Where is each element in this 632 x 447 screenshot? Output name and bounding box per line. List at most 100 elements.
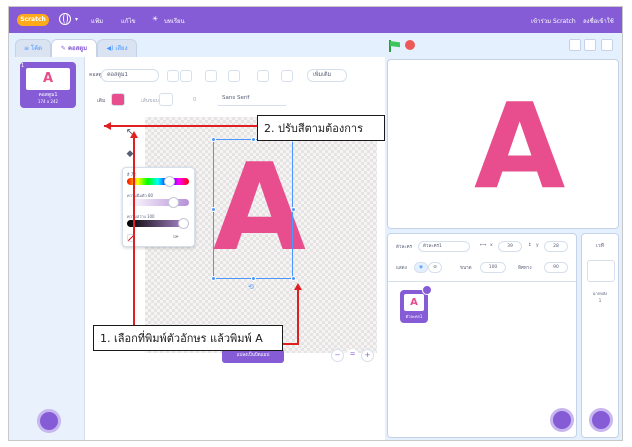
fill-color-swatch[interactable]	[111, 93, 125, 106]
choose-costume-button[interactable]	[37, 409, 61, 433]
rotate-handle-icon[interactable]: ⟲	[248, 283, 254, 291]
menu-bar: Scratch ▾ แฟ้ม แก้ไข ☀ บทเรียน เข้าร่วม …	[9, 7, 622, 33]
resize-handle[interactable]	[251, 276, 256, 281]
outline-label: เส้นขอบ	[141, 98, 159, 104]
zoom-out-icon[interactable]: −	[331, 349, 344, 362]
resize-handle[interactable]	[251, 137, 256, 142]
eyedropper-icon[interactable]: ✑	[173, 233, 179, 241]
choose-backdrop-button[interactable]	[589, 408, 613, 432]
backdrops-label: ฉากหลัง	[592, 291, 608, 296]
font-dropdown[interactable]: Sans Serif	[217, 93, 287, 106]
arrowhead-icon	[130, 131, 138, 138]
sprite-info: ตัวละคร ตัวละคร1 ⟷ x 39 ↕ y 28 แสดง ◉ ⊘ …	[388, 234, 576, 282]
backdrops-count: 1	[598, 298, 602, 303]
lightbulb-icon[interactable]: ☀	[152, 15, 158, 23]
size-label: ขนาด	[460, 266, 472, 271]
group-icon[interactable]	[205, 70, 217, 82]
size-input[interactable]: 100	[480, 262, 506, 273]
costume-list: 1 A คอสตูม1 174 x 242	[9, 57, 85, 440]
show-eye-icon[interactable]: ◉	[414, 262, 428, 273]
costume-name: คอสตูม1	[38, 92, 58, 98]
code-icon: ≡	[23, 45, 31, 52]
file-menu[interactable]: แฟ้ม	[91, 16, 103, 26]
arrowhead-icon	[104, 122, 111, 130]
sprite-tile[interactable]: A ตัวละคร1	[400, 290, 428, 323]
costume-number: 1	[21, 63, 25, 69]
forward-icon[interactable]	[257, 70, 269, 82]
costume-name-input[interactable]: คอสตูม1	[101, 69, 159, 82]
sprite-pane: ตัวละคร ตัวละคร1 ⟷ x 39 ↕ y 28 แสดง ◉ ⊘ …	[387, 233, 577, 438]
tab-costumes[interactable]: ✎ คอสตูม	[51, 39, 97, 57]
saturation-slider[interactable]	[127, 197, 189, 208]
undo-icon[interactable]	[167, 70, 179, 82]
callout-line-text-tool	[133, 135, 135, 345]
x-label: x	[490, 243, 493, 248]
callout-adjust-color: 2. ปรับสีตามต้องการ	[257, 115, 385, 141]
hue-slider[interactable]	[127, 176, 189, 187]
resize-handle[interactable]	[211, 207, 216, 212]
arrowhead-icon	[294, 283, 302, 290]
hue-knob[interactable]	[163, 176, 175, 187]
stage-label: เวที	[596, 243, 604, 249]
callout-line-letter	[297, 287, 299, 345]
sprite-name-input[interactable]: ตัวละคร1	[418, 241, 470, 252]
tab-code[interactable]: ≡ โค้ด	[15, 39, 51, 57]
selection-box[interactable]	[213, 139, 293, 279]
brightness-knob[interactable]	[178, 218, 189, 229]
resize-handle[interactable]	[211, 137, 216, 142]
direction-input[interactable]: 90	[544, 262, 568, 273]
scratch-editor-window: Scratch ▾ แฟ้ม แก้ไข ☀ บทเรียน เข้าร่วม …	[8, 6, 623, 441]
globe-icon[interactable]	[59, 13, 71, 25]
resize-handle[interactable]	[291, 207, 296, 212]
choose-sprite-button[interactable]	[550, 408, 574, 432]
scratch-logo[interactable]: Scratch	[17, 14, 49, 26]
sprite-tile-name: ตัวละคร1	[405, 314, 423, 319]
direction-label: ทิศทาง	[518, 266, 532, 271]
brush-icon: ✎	[60, 45, 68, 52]
costume-tile[interactable]: 1 A คอสตูม1 174 x 242	[20, 62, 76, 108]
y-input[interactable]: 28	[544, 241, 568, 252]
stage-sprite[interactable]: A	[474, 76, 565, 216]
outline-color-swatch[interactable]	[159, 93, 173, 106]
normal-stage-button[interactable]	[584, 39, 596, 51]
ungroup-icon[interactable]	[228, 70, 240, 82]
sprite-thumbnail: A	[404, 294, 424, 311]
edit-menu[interactable]: แก้ไข	[121, 16, 136, 26]
tab-sounds[interactable]: ◀) เสียง	[97, 39, 137, 57]
resize-handle[interactable]	[211, 276, 216, 281]
backdrop-thumbnail[interactable]	[587, 260, 615, 282]
green-flag-icon[interactable]	[390, 41, 400, 48]
stage-target-pane[interactable]: เวที ฉากหลัง 1	[581, 233, 619, 438]
sprite-label: ตัวละคร	[396, 245, 413, 250]
y-label: y	[536, 243, 539, 248]
small-stage-button[interactable]	[569, 39, 581, 51]
redo-icon[interactable]	[180, 70, 192, 82]
costume-thumbnail: A	[26, 68, 70, 90]
trash-icon[interactable]	[422, 285, 432, 295]
chevron-down-icon: ▾	[75, 16, 79, 23]
zoom-in-icon[interactable]: +	[361, 349, 374, 362]
brightness-label: ความสว่าง 100	[127, 214, 155, 219]
saturation-knob[interactable]	[167, 197, 179, 208]
more-dropdown[interactable]: เพิ่มเติม	[307, 69, 347, 82]
stop-icon[interactable]	[405, 40, 415, 50]
fullscreen-button[interactable]	[601, 39, 613, 51]
x-input[interactable]: 39	[498, 241, 522, 252]
backward-icon[interactable]	[281, 70, 293, 82]
convert-to-bitmap-button[interactable]: แปลงเป็นบิตแมป	[222, 349, 284, 363]
zoom-reset-icon[interactable]: =	[346, 349, 359, 362]
costume-size: 174 x 242	[37, 99, 59, 104]
stage[interactable]: A	[387, 59, 619, 229]
join-scratch-link[interactable]: เข้าร่วม Scratch	[531, 16, 576, 26]
outline-width[interactable]: 0	[193, 97, 196, 103]
arrows-vertical-icon: ↕	[528, 243, 532, 248]
eraser-tool-icon[interactable]: ◆	[122, 149, 138, 165]
sign-in-link[interactable]: ลงชื่อเข้าใช้	[583, 16, 614, 26]
tutorials-menu[interactable]: บทเรียน	[164, 16, 185, 26]
speaker-icon: ◀)	[106, 45, 116, 52]
show-label: แสดง	[396, 266, 407, 271]
arrows-horizontal-icon: ⟷	[480, 243, 487, 248]
resize-handle[interactable]	[291, 276, 296, 281]
hide-eye-icon[interactable]: ⊘	[428, 262, 442, 273]
brightness-slider[interactable]	[127, 218, 189, 229]
